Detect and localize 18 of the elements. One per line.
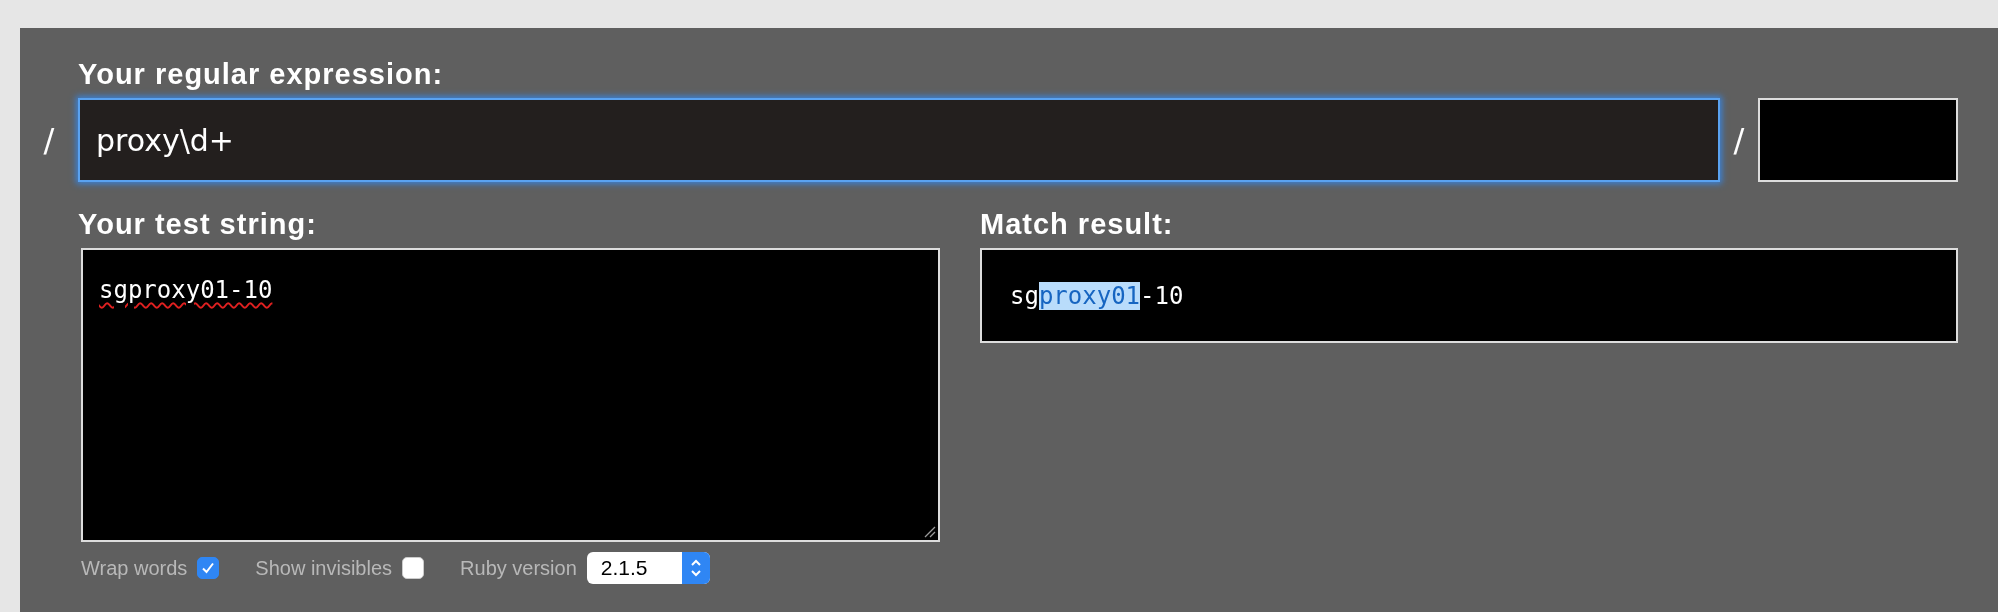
options-input-field[interactable] bbox=[1758, 98, 1958, 182]
test-string-field[interactable]: sgproxy01-10 bbox=[81, 248, 940, 542]
resize-grip-icon[interactable] bbox=[922, 524, 936, 538]
ruby-version-label: Ruby version bbox=[460, 556, 577, 580]
test-string-label: Your test string: bbox=[78, 207, 318, 242]
up-down-chevron-icon bbox=[688, 557, 703, 579]
match-result-text: sgproxy01-10 bbox=[1010, 281, 1184, 310]
option-label: Show invisibles bbox=[255, 556, 393, 580]
match-result-label: Match result: bbox=[980, 207, 1175, 242]
test-string-text: sgproxy01-10 bbox=[99, 276, 273, 304]
regex-input-field[interactable]: proxy\d+ bbox=[78, 98, 1720, 182]
regex-label: Your regular expression: bbox=[78, 57, 445, 92]
ruby-version-select[interactable]: 2.1.5 bbox=[586, 552, 710, 584]
checkbox[interactable] bbox=[402, 557, 425, 579]
checkbox[interactable] bbox=[197, 557, 220, 579]
option-label: Wrap words bbox=[81, 556, 188, 580]
delimiter-slash: / bbox=[1733, 121, 1745, 159]
delimiter-slash: / bbox=[43, 121, 55, 159]
